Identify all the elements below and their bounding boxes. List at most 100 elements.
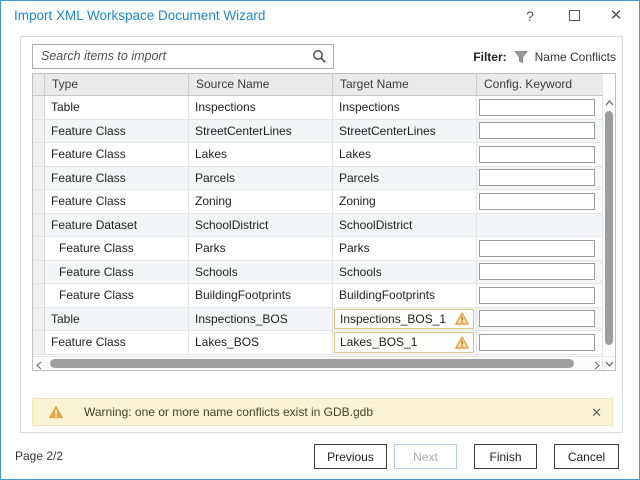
vertical-scrollbar-thumb[interactable] <box>605 111 613 345</box>
type-cell: Feature Class <box>45 331 189 355</box>
target-cell: Parcels <box>333 167 477 191</box>
search-input[interactable]: Search items to import <box>32 44 334 69</box>
scroll-right-icon[interactable] <box>594 361 600 370</box>
row-handle[interactable] <box>33 167 45 191</box>
import-xml-wizard-window: Import XML Workspace Document Wizard ? ✕… <box>0 0 640 480</box>
type-cell: Feature Dataset <box>45 214 189 238</box>
filter-control: Filter: Name Conflicts <box>473 47 616 67</box>
maximize-button[interactable] <box>557 1 591 31</box>
finish-button[interactable]: Finish <box>474 444 537 469</box>
row-handle[interactable] <box>33 331 45 355</box>
filter-value-label[interactable]: Name Conflicts <box>535 50 616 64</box>
type-cell-label: Feature Class <box>51 147 126 161</box>
row-handle[interactable] <box>33 284 45 308</box>
row-handle[interactable] <box>33 237 45 261</box>
scroll-left-icon[interactable] <box>36 361 42 370</box>
column-header-type[interactable]: Type <box>45 74 189 96</box>
config-keyword-cell <box>477 190 603 214</box>
header-handle-cell <box>33 74 45 96</box>
row-handle[interactable] <box>33 96 45 120</box>
row-handle[interactable] <box>33 308 45 332</box>
type-cell: Table <box>45 308 189 332</box>
target-name-conflict-box[interactable]: Inspections_BOS_1 <box>334 309 474 330</box>
table-row[interactable]: Feature Class Parks Parks <box>33 237 603 261</box>
source-cell: Inspections <box>189 96 333 120</box>
config-keyword-input[interactable] <box>479 310 595 327</box>
config-keyword-cell <box>477 308 603 332</box>
cancel-button[interactable]: Cancel <box>554 444 619 469</box>
config-keyword-input[interactable] <box>479 240 595 257</box>
warning-banner-close-button[interactable]: ✕ <box>591 399 602 426</box>
table-row[interactable]: Feature Class Lakes_BOS Lakes_BOS_1 <box>33 331 603 355</box>
target-cell: Parks <box>333 237 477 261</box>
items-table: Type Source Name Target Name Config. Key… <box>32 73 616 371</box>
source-cell-label: Inspections <box>195 100 256 114</box>
type-cell-label: Feature Class <box>51 171 126 185</box>
source-cell: Parks <box>189 237 333 261</box>
source-cell-label: Schools <box>195 265 238 279</box>
scroll-down-icon[interactable] <box>605 361 614 367</box>
target-cell: Inspections_BOS_1 <box>333 308 477 332</box>
table-row[interactable]: Feature Dataset SchoolDistrict SchoolDis… <box>33 214 603 238</box>
target-name-label: StreetCenterLines <box>333 124 436 138</box>
horizontal-scrollbar-thumb[interactable] <box>50 359 574 368</box>
table-row[interactable]: Feature Class Schools Schools <box>33 261 603 285</box>
target-cell: Inspections <box>333 96 477 120</box>
table-row[interactable]: Table Inspections_BOS Inspections_BOS_1 <box>33 308 603 332</box>
source-cell: Lakes_BOS <box>189 331 333 355</box>
table-row[interactable]: Table Inspections Inspections <box>33 96 603 120</box>
previous-button[interactable]: Previous <box>314 444 387 469</box>
source-cell-label: SchoolDistrict <box>195 218 268 232</box>
row-handle[interactable] <box>33 214 45 238</box>
config-keyword-cell <box>477 96 603 120</box>
config-keyword-input[interactable] <box>479 99 595 116</box>
row-handle[interactable] <box>33 261 45 285</box>
table-header: Type Source Name Target Name Config. Key… <box>33 74 603 96</box>
config-keyword-input[interactable] <box>479 263 595 280</box>
target-name-label: Schools <box>333 265 382 279</box>
close-button[interactable]: ✕ <box>599 1 633 31</box>
config-keyword-input[interactable] <box>479 146 595 163</box>
table-row[interactable]: Feature Class BuildingFootprints Buildin… <box>33 284 603 308</box>
help-button[interactable]: ? <box>513 1 547 31</box>
horizontal-scrollbar[interactable] <box>33 356 603 370</box>
filter-label: Filter: <box>473 50 506 64</box>
source-cell: Parcels <box>189 167 333 191</box>
warning-icon <box>455 312 469 325</box>
table-row[interactable]: Feature Class Lakes Lakes <box>33 143 603 167</box>
type-cell-label: Table <box>51 100 80 114</box>
config-keyword-input[interactable] <box>479 287 595 304</box>
table-row[interactable]: Feature Class Zoning Zoning <box>33 190 603 214</box>
type-cell: Feature Class <box>45 284 189 308</box>
column-header-source-name[interactable]: Source Name <box>189 74 333 96</box>
page-indicator: Page 2/2 <box>15 444 63 469</box>
config-keyword-cell <box>477 284 603 308</box>
column-header-config-keyword[interactable]: Config. Keyword <box>477 74 603 96</box>
row-handle[interactable] <box>33 190 45 214</box>
target-name-label: Parcels <box>333 171 379 185</box>
target-cell: BuildingFootprints <box>333 284 477 308</box>
row-handle[interactable] <box>33 120 45 144</box>
config-keyword-input[interactable] <box>479 334 595 351</box>
warning-banner: Warning: one or more name conflicts exis… <box>32 398 613 426</box>
vertical-scrollbar[interactable] <box>602 96 615 357</box>
type-cell: Feature Class <box>45 120 189 144</box>
type-cell: Table <box>45 96 189 120</box>
config-keyword-input[interactable] <box>479 169 595 186</box>
type-cell: Feature Class <box>45 261 189 285</box>
target-name-conflict-box[interactable]: Lakes_BOS_1 <box>334 332 474 353</box>
config-keyword-input[interactable] <box>479 122 595 139</box>
type-cell-label: Feature Class <box>59 288 134 302</box>
table-row[interactable]: Feature Class Parcels Parcels <box>33 167 603 191</box>
source-cell-label: Parks <box>195 241 226 255</box>
column-header-target-name[interactable]: Target Name <box>333 74 477 96</box>
warning-banner-text: Warning: one or more name conflicts exis… <box>84 405 373 419</box>
target-name-label: Inspections <box>333 100 400 114</box>
warning-icon <box>48 405 64 419</box>
config-keyword-input[interactable] <box>479 193 595 210</box>
filter-icon[interactable] <box>513 49 529 65</box>
scroll-up-icon[interactable] <box>605 100 614 106</box>
row-handle[interactable] <box>33 143 45 167</box>
type-cell: Feature Class <box>45 190 189 214</box>
table-row[interactable]: Feature Class StreetCenterLines StreetCe… <box>33 120 603 144</box>
